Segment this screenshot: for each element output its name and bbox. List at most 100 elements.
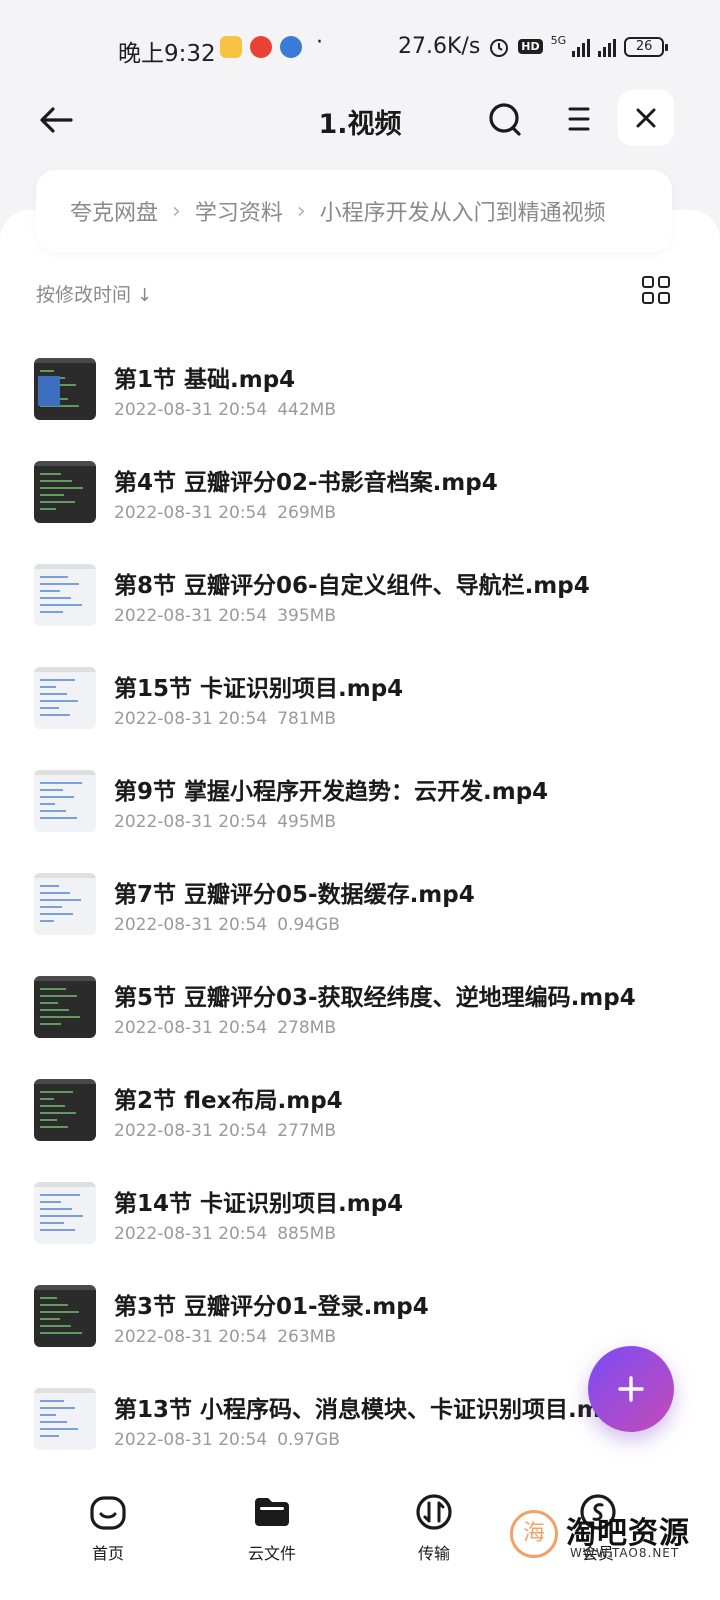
file-date: 2022-08-31 20:54 — [114, 503, 268, 523]
chevron-right-icon: › — [296, 198, 306, 224]
file-size: 277MB — [277, 1121, 336, 1141]
file-meta: 2022-08-31 20:54 781MB — [114, 709, 336, 729]
file-list-item[interactable]: 第4节 豆瓣评分02-书影音档案.mp4 2022-08-31 20:54 269M… — [0, 433, 720, 536]
breadcrumb-item-course[interactable]: 小程序开发从入门到精通视频 — [320, 195, 606, 227]
file-date: 2022-08-31 20:54 — [114, 1327, 268, 1347]
file-meta: 2022-08-31 20:54 269MB — [114, 503, 336, 523]
video-thumbnail — [34, 976, 96, 1038]
add-button[interactable] — [588, 1346, 674, 1432]
nav-label: 传输 — [417, 1544, 450, 1563]
file-name: 第4节 豆瓣评分02-书影音档案.mp4 — [114, 470, 498, 496]
search-icon — [489, 103, 521, 136]
file-size: 495MB — [277, 812, 336, 832]
file-list-item[interactable]: 第8节 豆瓣评分06-自定义组件、导航栏.mp4 2022-08-31 20:54… — [0, 536, 720, 639]
alarm-icon — [490, 38, 509, 57]
close-icon — [636, 108, 656, 128]
nav-label: 首页 — [91, 1544, 124, 1563]
hd-badge: HD — [518, 39, 543, 54]
file-size: 885MB — [277, 1224, 336, 1244]
video-thumbnail — [34, 564, 96, 626]
nav-item-transfer[interactable]: 传输 — [384, 1492, 484, 1564]
top-bar: 1.视频 — [0, 90, 720, 150]
video-thumbnail — [34, 873, 96, 935]
signal-icon — [572, 37, 591, 57]
transfer-icon — [416, 1494, 452, 1530]
arrow-down-icon[interactable]: ↓ — [137, 285, 152, 306]
network-speed: 27.6K/s — [398, 34, 481, 59]
video-thumbnail — [34, 667, 96, 729]
sort-by-modified-button[interactable]: 按修改时间 — [36, 284, 131, 306]
menu-icon — [568, 107, 590, 131]
file-meta: 2022-08-31 20:54 278MB — [114, 1018, 336, 1038]
search-button[interactable] — [486, 100, 526, 140]
file-meta: 2022-08-31 20:54 277MB — [114, 1121, 336, 1141]
file-name: 第15节 卡证识别项目.mp4 — [114, 676, 404, 702]
nav-label: 云文件 — [247, 1544, 296, 1563]
close-button[interactable] — [618, 90, 674, 146]
nav-item-home[interactable]: 首页 — [58, 1492, 158, 1564]
status-indicators: 27.6K/s HD 5G 26 — [398, 34, 669, 59]
folder-icon — [255, 1498, 289, 1526]
file-list-item[interactable]: 第1节 基础.mp4 2022-08-31 20:54 442MB — [0, 330, 720, 433]
file-meta: 2022-08-31 20:54 885MB — [114, 1224, 336, 1244]
file-date: 2022-08-31 20:54 — [114, 1018, 268, 1038]
file-size: 0.94GB — [277, 915, 340, 935]
video-thumbnail — [34, 358, 96, 420]
file-size: 263MB — [277, 1327, 336, 1347]
network-type: 5G — [550, 34, 567, 47]
watermark-logo: 海 — [510, 1510, 558, 1558]
file-list-item[interactable]: 第5节 豆瓣评分03-获取经纬度、逆地理编码.mp4 2022-08-31 20:… — [0, 948, 720, 1051]
file-list-item[interactable]: 第15节 卡证识别项目.mp4 2022-08-31 20:54 781MB — [0, 639, 720, 742]
file-size: 442MB — [277, 400, 336, 420]
file-list-item[interactable]: 第2节 flex布局.mp4 2022-08-31 20:54 277MB — [0, 1051, 720, 1154]
file-name: 第7节 豆瓣评分05-数据缓存.mp4 — [114, 882, 475, 908]
file-name: 第3节 豆瓣评分01-登录.mp4 — [114, 1294, 429, 1320]
breadcrumb: 夸克网盘 › 学习资料 › 小程序开发从入门到精通视频 — [36, 170, 672, 252]
file-list-item[interactable]: 第9节 掌握小程序开发趋势：云开发.mp4 2022-08-31 20:54 495… — [0, 742, 720, 845]
file-meta: 2022-08-31 20:54 263MB — [114, 1327, 336, 1347]
video-thumbnail — [34, 1285, 96, 1347]
file-date: 2022-08-31 20:54 — [114, 1121, 268, 1141]
video-thumbnail — [34, 770, 96, 832]
status-bar: 晚上9:32 · 27.6K/s HD 5G 26 — [0, 0, 720, 100]
breadcrumb-item-root[interactable]: 夸克网盘 — [70, 195, 158, 227]
video-thumbnail — [34, 1388, 96, 1450]
file-list-item[interactable]: 第14节 卡证识别项目.mp4 2022-08-31 20:54 885MB — [0, 1154, 720, 1257]
watermark: 海 淘吧资源 WWW.TAO8.NET — [508, 1506, 708, 1566]
file-size: 781MB — [277, 709, 336, 729]
watermark-url: WWW.TAO8.NET — [570, 1546, 680, 1560]
battery-icon: 26 — [624, 36, 669, 57]
file-name: 第8节 豆瓣评分06-自定义组件、导航栏.mp4 — [114, 573, 590, 599]
nav-item-cloud-files[interactable]: 云文件 — [222, 1492, 322, 1564]
file-meta: 2022-08-31 20:54 395MB — [114, 606, 336, 626]
file-date: 2022-08-31 20:54 — [114, 606, 268, 626]
file-date: 2022-08-31 20:54 — [114, 1224, 268, 1244]
weibo-icon — [250, 36, 272, 58]
video-thumbnail — [34, 461, 96, 523]
file-size: 269MB — [277, 503, 336, 523]
plus-icon — [618, 1376, 644, 1402]
file-size: 0.97GB — [277, 1430, 340, 1450]
file-name: 第14节 卡证识别项目.mp4 — [114, 1191, 404, 1217]
file-size: 278MB — [277, 1018, 336, 1038]
file-date: 2022-08-31 20:54 — [114, 812, 268, 832]
status-dot: · — [316, 30, 323, 55]
file-name: 第9节 掌握小程序开发趋势：云开发.mp4 — [114, 779, 549, 805]
signal-icon — [598, 37, 617, 57]
sort-row: 按修改时间 ↓ — [36, 276, 672, 312]
file-date: 2022-08-31 20:54 — [114, 915, 268, 935]
file-meta: 2022-08-31 20:54 0.94GB — [114, 915, 340, 935]
file-name: 第5节 豆瓣评分03-获取经纬度、逆地理编码.mp4 — [114, 985, 636, 1011]
file-date: 2022-08-31 20:54 — [114, 1430, 268, 1450]
status-time: 晚上9:32 — [118, 41, 216, 67]
file-date: 2022-08-31 20:54 — [114, 709, 268, 729]
breadcrumb-item-study[interactable]: 学习资料 — [195, 195, 283, 227]
file-date: 2022-08-31 20:54 — [114, 400, 268, 420]
menu-button[interactable] — [566, 104, 592, 134]
file-list-item[interactable]: 第7节 豆瓣评分05-数据缓存.mp4 2022-08-31 20:54 0.94G… — [0, 845, 720, 948]
video-thumbnail — [34, 1182, 96, 1244]
notification-app-icon — [220, 36, 242, 58]
grid-view-icon[interactable] — [642, 276, 672, 306]
file-list: 第1节 基础.mp4 2022-08-31 20:54 442MB 第4节 豆瓣评分0… — [0, 330, 720, 1463]
file-list-item[interactable]: 第3节 豆瓣评分01-登录.mp4 2022-08-31 20:54 263MB — [0, 1257, 720, 1360]
